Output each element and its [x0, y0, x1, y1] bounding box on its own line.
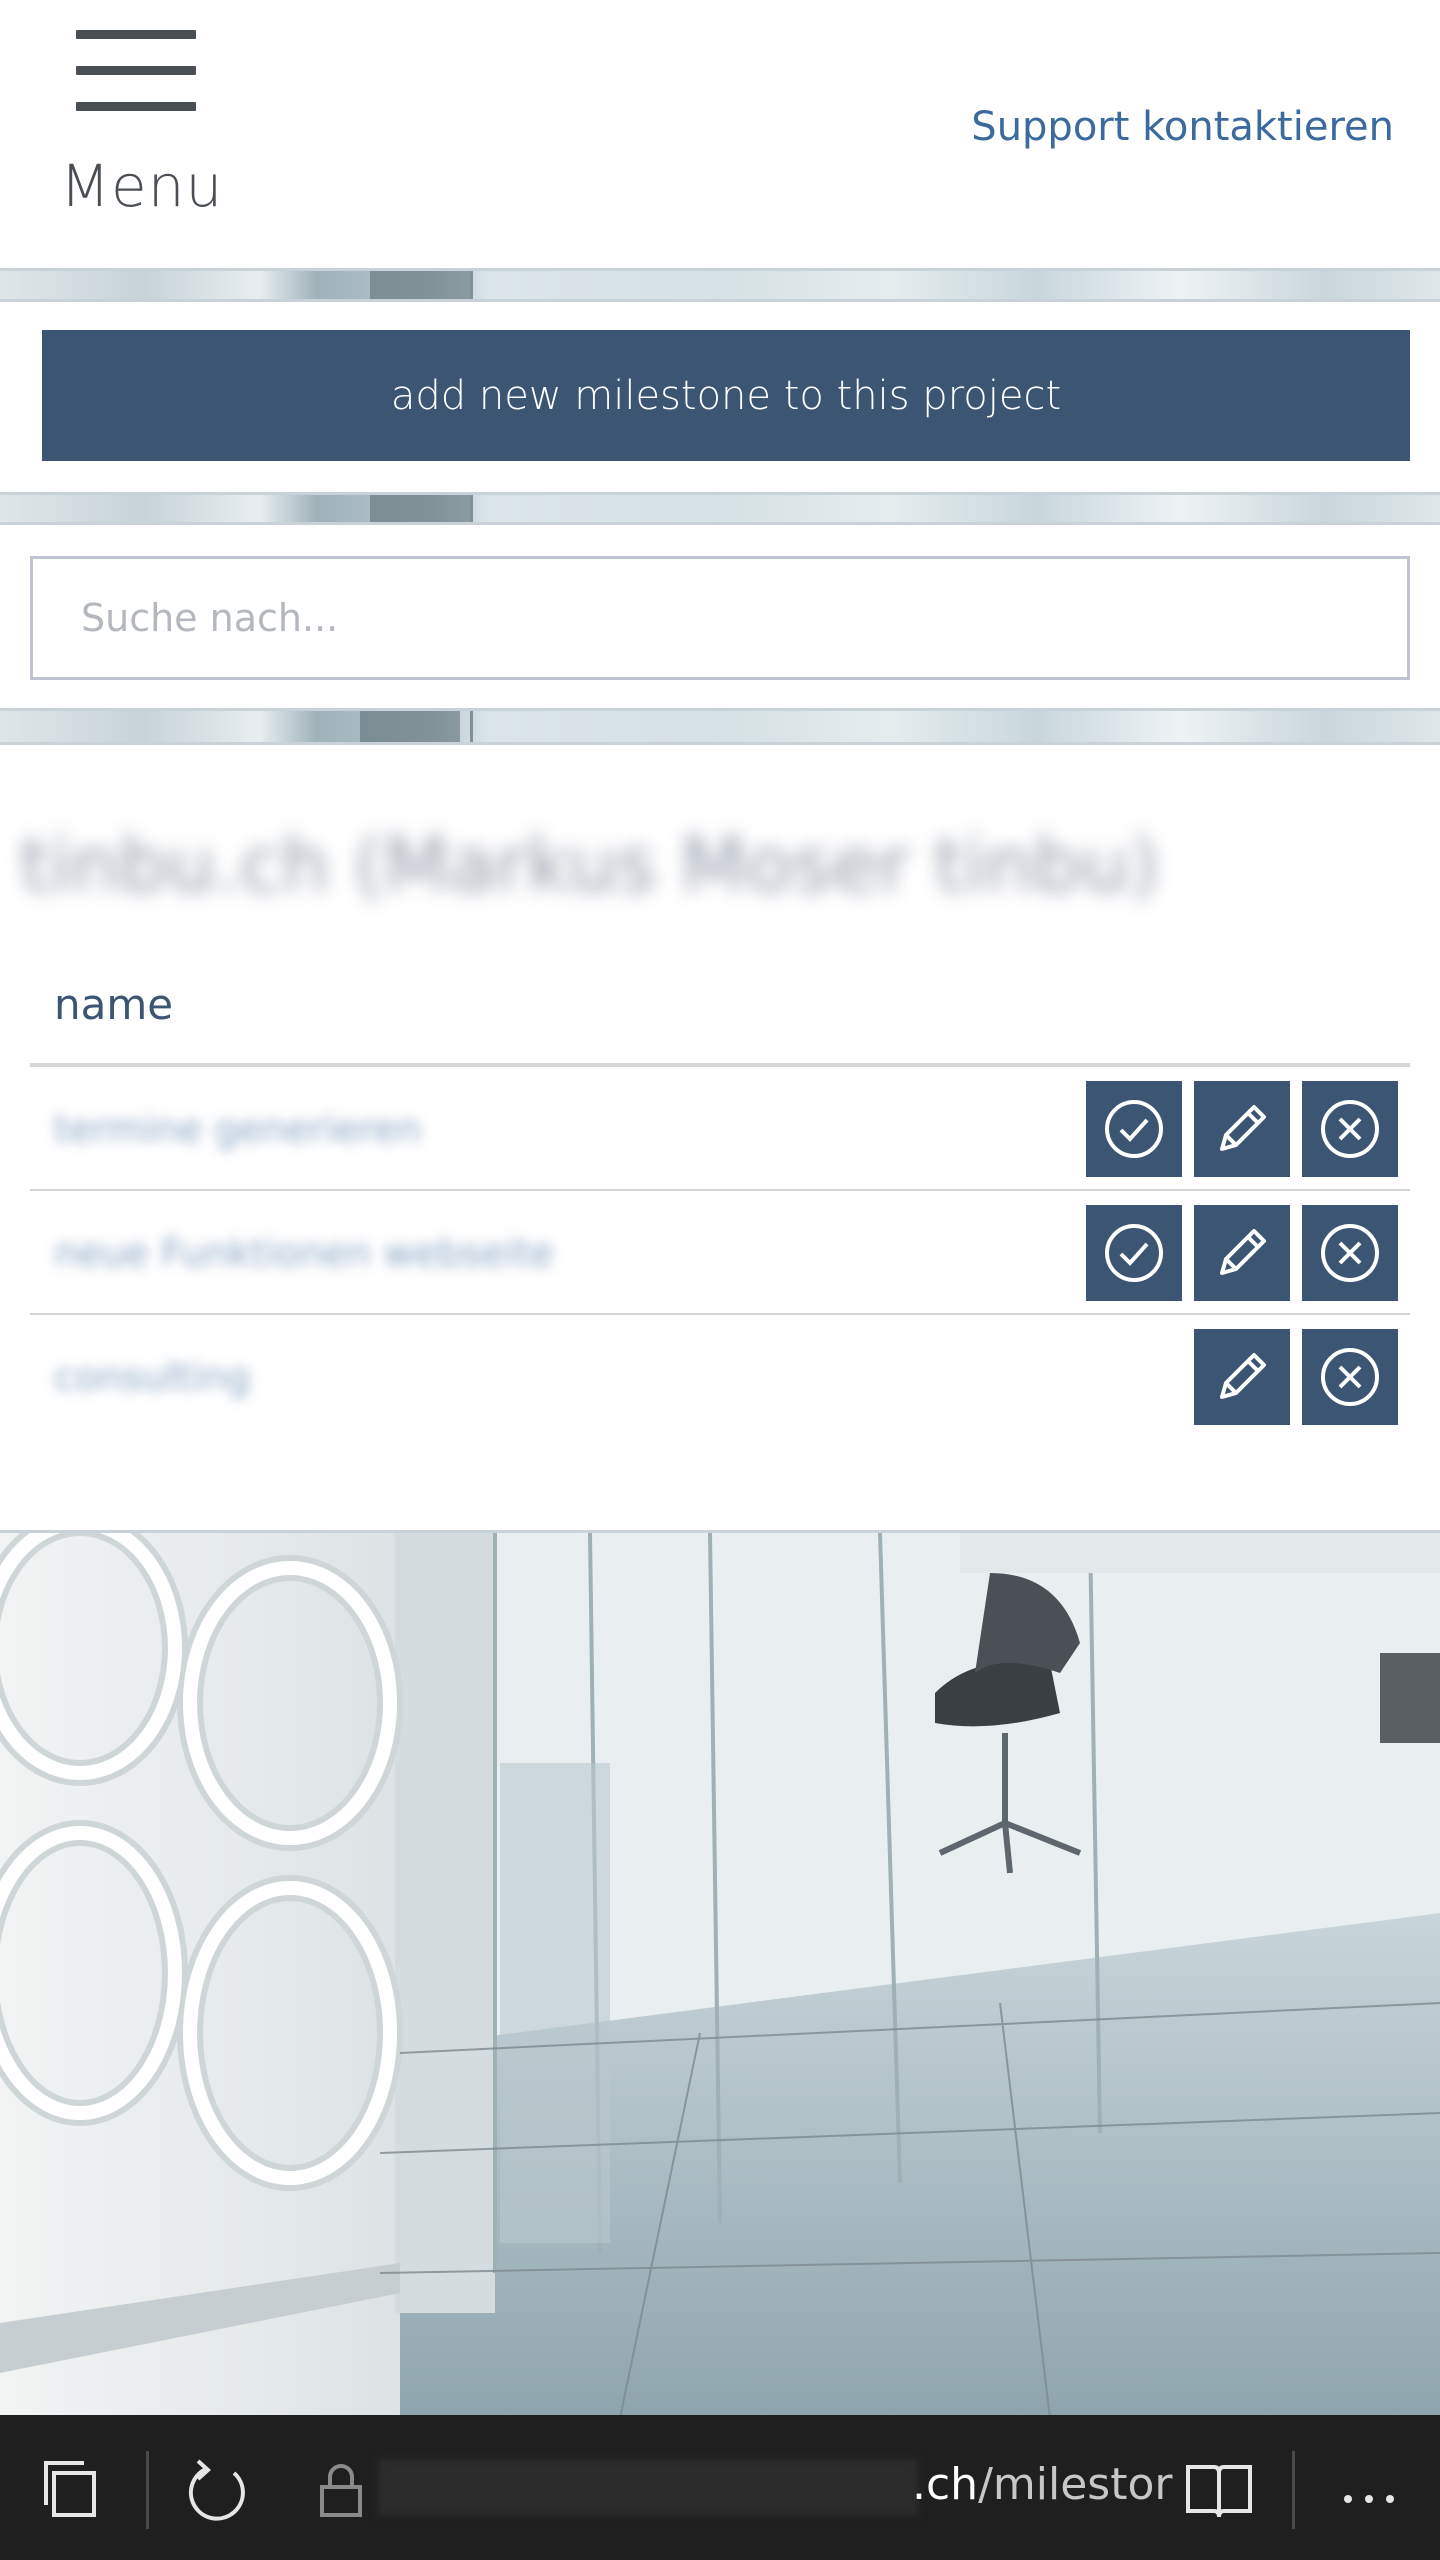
refresh-icon[interactable]	[184, 2455, 254, 2525]
edit-button[interactable]	[1194, 1205, 1290, 1301]
delete-button[interactable]	[1302, 1081, 1398, 1177]
menu-label: Menu	[60, 152, 224, 220]
delete-button[interactable]	[1302, 1205, 1398, 1301]
support-link[interactable]: Support kontaktieren	[971, 104, 1394, 150]
milestone-name[interactable]: termine generieren	[54, 1107, 421, 1151]
browser-bar: .ch/milestor	[0, 2415, 1440, 2560]
reading-view-icon[interactable]	[1184, 2455, 1254, 2525]
pencil-icon	[1220, 1105, 1266, 1151]
table-row: termine generieren	[30, 1067, 1410, 1191]
table-row: neue Funktionen webseite	[30, 1191, 1410, 1315]
office-illustration	[0, 1533, 1440, 2415]
background-strip	[0, 268, 1440, 302]
lock-icon	[320, 2464, 362, 2517]
column-header-name[interactable]: name	[54, 980, 173, 1029]
delete-button[interactable]	[1302, 1329, 1398, 1425]
separator	[1292, 2451, 1295, 2529]
edit-button[interactable]	[1194, 1329, 1290, 1425]
table-row: consulting	[30, 1315, 1410, 1439]
edit-button[interactable]	[1194, 1081, 1290, 1177]
office-background-image	[0, 1530, 1440, 2415]
url-field[interactable]: .ch/milestor	[912, 2459, 1172, 2510]
menu-button[interactable]: Menu	[56, 24, 222, 224]
milestone-name[interactable]: consulting	[54, 1355, 250, 1399]
check-circle-icon	[1105, 1100, 1163, 1158]
pencil-icon	[1220, 1353, 1266, 1399]
url-domain-suffix: .ch	[912, 2459, 979, 2510]
add-milestone-button[interactable]: add new milestone to this project	[42, 330, 1410, 461]
url-blurred-domain[interactable]	[378, 2459, 918, 2515]
page-header: Menu Support kontaktieren	[0, 0, 1440, 268]
pencil-icon	[1220, 1229, 1266, 1275]
separator	[146, 2451, 149, 2529]
x-circle-icon	[1321, 1100, 1379, 1158]
more-icon[interactable]	[1334, 2455, 1404, 2525]
complete-button[interactable]	[1086, 1081, 1182, 1177]
complete-button[interactable]	[1086, 1205, 1182, 1301]
tabs-icon[interactable]	[38, 2455, 108, 2525]
background-strip	[0, 708, 1440, 745]
url-path: /milestor	[978, 2459, 1173, 2510]
check-circle-icon	[1105, 1224, 1163, 1282]
milestone-name[interactable]: neue Funktionen webseite	[54, 1231, 554, 1275]
x-circle-icon	[1321, 1224, 1379, 1282]
search-input[interactable]	[30, 556, 1410, 680]
project-title: tinbu.ch (Markus Moser tinbu)	[20, 820, 1160, 909]
background-strip	[0, 492, 1440, 525]
x-circle-icon	[1321, 1348, 1379, 1406]
